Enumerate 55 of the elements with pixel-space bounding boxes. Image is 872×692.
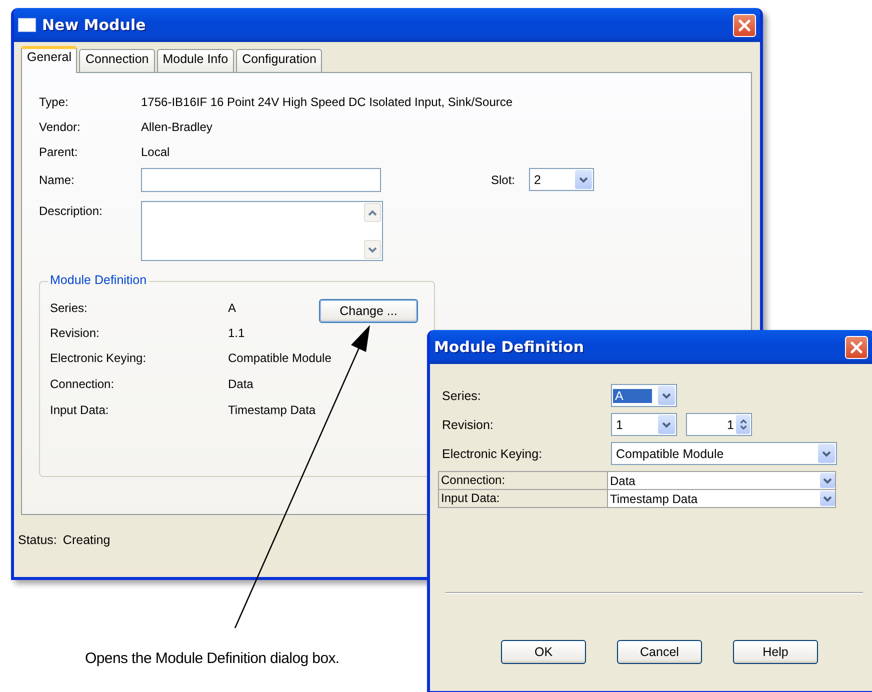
spinner-arrows-icon [736, 415, 750, 434]
close-button[interactable] [733, 14, 756, 36]
tab[interactable]: Module Info [156, 49, 234, 72]
field-label: Electronic Keying: [442, 446, 544, 460]
status-label: Status: [18, 533, 57, 547]
field-label: Input Data: [50, 403, 110, 417]
field-label: Description: [39, 203, 104, 220]
field-label: Electronic Keying: [50, 351, 148, 365]
slot-dropdown[interactable]: 2 [529, 168, 594, 191]
field-label: Connection: [50, 377, 116, 391]
window-icon [18, 18, 36, 32]
close-icon [738, 18, 751, 32]
field-value: A [228, 301, 236, 315]
window-title: Module Definition [434, 338, 586, 356]
close-icon [850, 340, 863, 354]
dialog-button[interactable]: Cancel [617, 640, 702, 664]
tab[interactable]: Configuration [236, 49, 322, 72]
property-label: Connection: [439, 472, 607, 489]
tab[interactable]: General [21, 46, 78, 73]
property-dropdown[interactable]: Timestamp Data [608, 490, 835, 507]
keying-dropdown[interactable]: Compatible Module [611, 442, 837, 465]
series-dropdown[interactable]: A [611, 384, 677, 407]
field-value: Local [141, 144, 170, 158]
name-field[interactable] [141, 168, 381, 192]
field-label: Vendor: [39, 120, 82, 134]
scroll-down-icon [364, 240, 381, 259]
group-title: Module Definition [48, 273, 149, 287]
window-title: New Module [42, 16, 147, 34]
field-value: Allen-Bradley [141, 120, 212, 134]
tab[interactable]: Connection [79, 49, 155, 72]
revision-spinner[interactable]: 1 [686, 413, 752, 436]
dialog-button[interactable]: OK [501, 640, 586, 664]
field-label: Series: [50, 301, 88, 315]
property-label: Input Data: [439, 490, 607, 507]
revision-dropdown[interactable]: 1 [611, 413, 677, 436]
field-value: Timestamp Data [228, 403, 316, 417]
field-label: Slot: [491, 172, 516, 186]
field-label: Type: [39, 94, 70, 108]
field-label: Parent: [39, 144, 79, 158]
property-dropdown[interactable]: Data [608, 472, 835, 489]
field-label: Name: [39, 172, 76, 186]
close-button[interactable] [845, 336, 868, 358]
field-label: Revision: [50, 326, 100, 340]
field-value: Compatible Module [228, 351, 332, 365]
field-value: Data [228, 377, 254, 391]
callout-text: Opens the Module Definition dialog box. [85, 650, 340, 667]
field-label: Series: [442, 388, 482, 402]
scroll-up-icon [364, 203, 381, 222]
field-label: Revision: [442, 418, 494, 432]
field-value: 1756-IB16IF 16 Point 24V High Speed DC Isolated Input, Sink/Source [141, 94, 513, 108]
field-value: 1.1 [228, 326, 245, 340]
change-button[interactable]: Change ... [319, 299, 418, 323]
description-field[interactable] [141, 201, 383, 261]
dialog-button[interactable]: Help [733, 640, 818, 664]
status-value: Creating [62, 533, 110, 547]
